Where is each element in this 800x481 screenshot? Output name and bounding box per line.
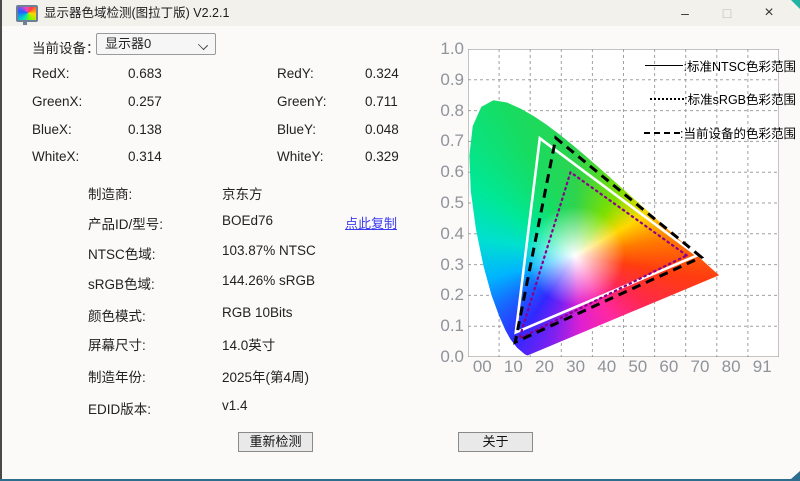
gamut-device	[513, 135, 705, 345]
x-tick-label: 00	[472, 358, 492, 372]
info-label: EDID版本:	[88, 402, 152, 417]
x-tick-label: 91	[752, 358, 772, 372]
coord-value: 0.711	[365, 94, 398, 109]
chevron-down-icon	[197, 39, 209, 51]
app-window: 显示器色域检测(图拉丁版) V2.2.1 – □ × 当前设备： 显示器0 Re…	[0, 0, 800, 481]
coord-label: WhiteY:	[277, 149, 324, 164]
gamut-NTSC	[514, 135, 700, 335]
legend-item-solid: :标准NTSC色彩范围	[645, 57, 796, 74]
x-tick-label: 20	[535, 358, 554, 372]
y-tick-label: 1.0	[440, 39, 464, 58]
info-label: 颜色模式:	[88, 309, 146, 324]
current-device-label: 当前设备：	[32, 41, 100, 56]
info-label: NTSC色域:	[88, 247, 156, 262]
coord-label: WhiteX:	[32, 149, 80, 164]
minimize-icon: –	[681, 5, 689, 21]
x-tick-label: 50	[628, 358, 648, 372]
x-tick-label: 70	[690, 358, 710, 372]
about-button[interactable]: 关于	[458, 432, 533, 452]
info-label: 屏幕尺寸:	[88, 338, 146, 353]
info-value: 2025年(第4周)	[222, 370, 310, 385]
info-value: v1.4	[222, 398, 248, 413]
coord-value: 0.048	[365, 122, 399, 137]
x-tick-label: 30	[566, 358, 586, 372]
copy-link[interactable]: 点此复制	[345, 213, 397, 232]
y-tick-label: 0.3	[440, 254, 464, 274]
info-label: 制造年份:	[88, 370, 146, 385]
window-left-border	[0, 0, 2, 481]
resize-grip	[791, 471, 800, 479]
coord-label: BlueY:	[277, 122, 317, 137]
legend-line-dotted	[650, 97, 685, 100]
x-tick-label: 10	[503, 358, 523, 372]
maximize-button[interactable]: □	[712, 0, 742, 26]
y-tick-label: 0.7	[440, 131, 464, 151]
coord-value: 0.683	[128, 66, 162, 81]
legend-item-dotted: :标准sRGB色彩范围	[650, 90, 796, 107]
legend-item-dashed: :当前设备的色彩范围	[644, 124, 796, 141]
device-select-value: 显示器0	[105, 36, 152, 51]
info-value: 14.0英寸	[222, 338, 276, 353]
y-tick-label: 0.4	[440, 223, 464, 243]
y-tick-label: 0.2	[440, 285, 464, 305]
monitor-color-icon	[16, 5, 38, 25]
coord-label: BlueX:	[32, 122, 72, 137]
y-tick-label: 0.8	[440, 100, 464, 120]
coord-label: RedX:	[32, 66, 70, 81]
window-title: 显示器色域检测(图拉丁版) V2.2.1	[44, 6, 230, 20]
info-value: BOEd76	[222, 213, 274, 228]
coord-label: RedY:	[277, 66, 314, 81]
coord-value: 0.314	[128, 149, 162, 164]
coord-label: GreenY:	[277, 94, 327, 109]
x-tick-label: 80	[721, 358, 741, 372]
device-select[interactable]: 显示器0	[96, 33, 216, 55]
x-tick-label: 40	[597, 358, 617, 372]
y-tick-label: 0.9	[440, 69, 464, 89]
coord-value: 0.329	[365, 149, 399, 164]
info-value: 京东方	[222, 187, 263, 202]
titlebar: 显示器色域检测(图拉丁版) V2.2.1 – □ ×	[0, 0, 800, 26]
x-tick-label: 60	[659, 358, 679, 372]
maximize-icon: □	[722, 5, 732, 21]
legend-line-dashed	[644, 131, 681, 134]
minimize-button[interactable]: –	[670, 0, 700, 26]
info-label: 制造商:	[88, 187, 133, 202]
coord-value: 0.138	[128, 122, 162, 137]
legend-label: :当前设备的色彩范围	[680, 127, 796, 141]
y-tick-label: 0.5	[440, 193, 464, 212]
redetect-button[interactable]: 重新检测	[238, 432, 313, 452]
info-value: 144.26% sRGB	[222, 273, 316, 288]
legend-label: :标准NTSC色彩范围	[683, 60, 796, 74]
y-tick-label: 0.6	[440, 162, 464, 182]
info-value: 103.87% NTSC	[222, 243, 316, 258]
info-label: 产品ID/型号:	[88, 217, 164, 232]
info-label: sRGB色域:	[88, 277, 155, 292]
info-value: RGB 10Bits	[222, 305, 293, 320]
coord-value: 0.324	[365, 66, 399, 81]
y-tick-label: 0.0	[440, 347, 464, 366]
coord-label: GreenX:	[32, 94, 83, 109]
legend-line-solid	[645, 65, 684, 66]
legend-label: :标准sRGB色彩范围	[684, 93, 796, 107]
close-icon: ×	[764, 4, 774, 21]
y-tick-label: 0.1	[440, 316, 464, 336]
close-button[interactable]: ×	[754, 0, 784, 26]
coord-value: 0.257	[128, 94, 162, 109]
